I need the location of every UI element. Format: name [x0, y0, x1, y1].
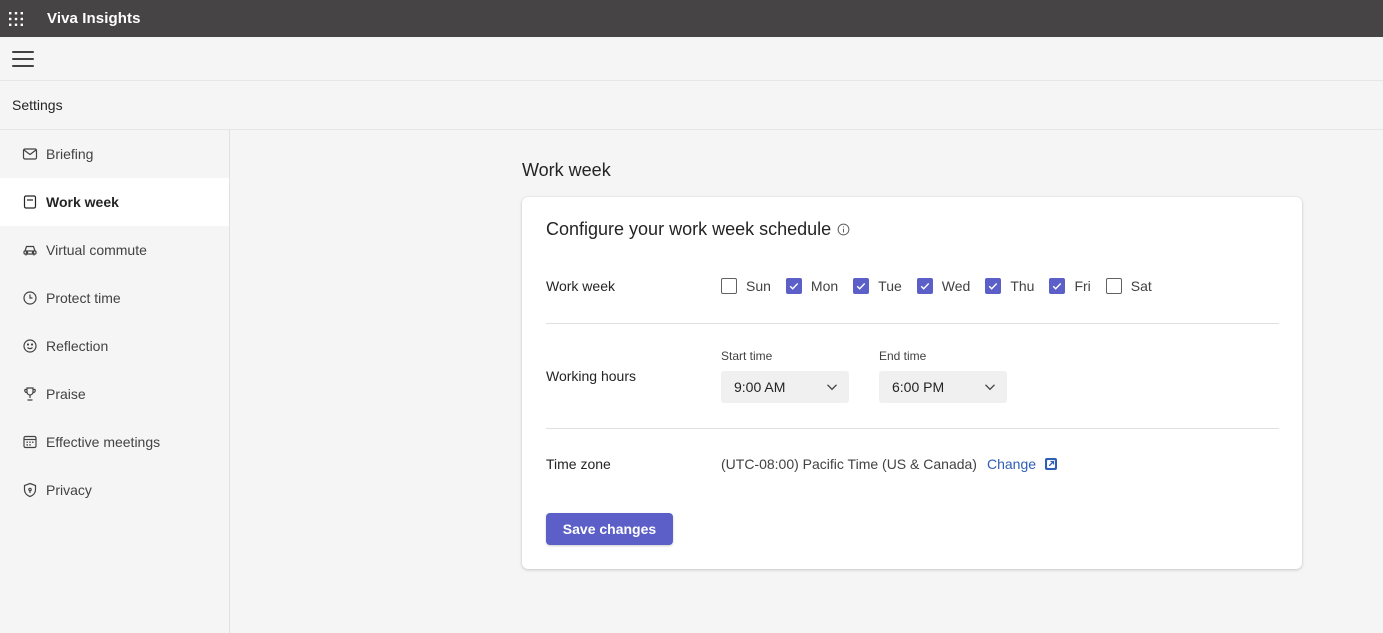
end-time-value: 6:00 PM [892, 379, 945, 395]
sidebar-item-privacy[interactable]: Privacy [0, 466, 229, 514]
checkbox-checked[interactable] [853, 278, 870, 294]
sidebar-item-work-week[interactable]: Work week [0, 178, 229, 226]
sidebar-item-protect-time[interactable]: Protect time [0, 274, 229, 322]
sidebar-item-label: Work week [46, 194, 119, 210]
chevron-down-icon [827, 384, 837, 391]
checkbox-checked[interactable] [1049, 278, 1066, 294]
day-label: Sun [746, 278, 771, 294]
external-link-icon [1044, 457, 1058, 471]
sidebar-item-label: Privacy [46, 482, 92, 498]
day-checkbox-fri[interactable]: Fri [1049, 278, 1091, 294]
day-checkbox-sun[interactable]: Sun [721, 278, 771, 294]
calendar-grid-icon [22, 434, 38, 450]
work-week-label: Work week [546, 278, 615, 294]
start-time-caption: Start time [721, 349, 773, 363]
day-checkbox-thu[interactable]: Thu [985, 278, 1034, 294]
working-hours-label: Working hours [546, 368, 637, 384]
card-title: Configure your work week schedule [546, 219, 850, 240]
checkbox-unchecked[interactable] [721, 278, 737, 294]
sidebar-item-briefing[interactable]: Briefing [0, 130, 229, 178]
end-time-caption: End time [879, 349, 927, 363]
checkbox-unchecked[interactable] [1105, 278, 1122, 294]
day-label: Thu [1010, 278, 1035, 294]
end-time-group: End time 6:00 PM [879, 349, 1007, 403]
day-checkbox-group: Sun Mon Tue Wed Thu Fri Sat [721, 277, 1167, 295]
sidebar-item-label: Briefing [46, 146, 94, 162]
checkmark-icon [789, 283, 799, 290]
day-label: Mon [810, 278, 839, 294]
start-time-value: 9:00 AM [734, 379, 786, 395]
day-checkbox-mon[interactable]: Mon [785, 278, 839, 294]
sidebar-item-label: Reflection [46, 338, 109, 354]
page-title: Work week [522, 160, 611, 180]
shield-icon [22, 482, 38, 498]
sub-header [0, 37, 1383, 81]
checkmark-icon [1053, 283, 1062, 290]
checkmark-icon [856, 283, 866, 290]
divider [546, 323, 1279, 324]
sidebar-item-label: Praise [46, 386, 86, 402]
sidebar-item-label: Effective meetings [46, 434, 161, 450]
save-changes-button[interactable]: Save changes [546, 513, 673, 545]
change-time-zone-link[interactable]: Change [987, 456, 1058, 472]
breadcrumb-settings: Settings [12, 97, 63, 113]
sidebar: Briefing Work week Virtual commute Prote… [0, 130, 230, 633]
checkmark-icon [989, 283, 998, 290]
sidebar-item-virtual-commute[interactable]: Virtual commute [0, 226, 229, 274]
work-week-card: Configure your work week schedule Work w… [522, 197, 1302, 569]
day-label: Sat [1130, 278, 1152, 294]
breadcrumb: Settings [0, 81, 1383, 130]
change-link-label: Change [987, 456, 1037, 472]
chevron-down-icon [985, 384, 995, 391]
checkbox-checked[interactable] [785, 278, 802, 294]
day-label: Wed [941, 278, 971, 294]
car-icon [22, 242, 38, 258]
day-label: Fri [1074, 278, 1091, 294]
divider [546, 428, 1279, 429]
start-time-group: Start time 9:00 AM [721, 349, 849, 403]
sidebar-item-label: Virtual commute [46, 242, 147, 258]
calendar-page-icon [22, 194, 38, 210]
clock-icon [22, 290, 38, 306]
checkbox-checked[interactable] [916, 278, 933, 294]
day-checkbox-wed[interactable]: Wed [916, 278, 971, 294]
mail-icon [22, 146, 38, 162]
day-checkbox-tue[interactable]: Tue [853, 278, 902, 294]
trophy-icon [22, 386, 38, 402]
checkbox-checked[interactable] [985, 278, 1002, 294]
hamburger-menu-icon[interactable] [12, 50, 34, 68]
time-zone-label: Time zone [546, 456, 611, 472]
card-title-text: Configure your work week schedule [546, 219, 832, 239]
app-launcher-icon[interactable] [0, 5, 32, 33]
end-time-dropdown[interactable]: 6:00 PM [879, 371, 1007, 403]
smile-icon [22, 338, 38, 354]
checkmark-icon [920, 283, 929, 290]
app-header: Viva Insights [0, 0, 1383, 37]
day-label: Tue [878, 278, 902, 294]
time-zone-value: (UTC-08:00) Pacific Time (US & Canada) [721, 456, 977, 472]
sidebar-item-effective-meetings[interactable]: Effective meetings [0, 418, 229, 466]
sidebar-item-reflection[interactable]: Reflection [0, 322, 229, 370]
info-icon[interactable] [837, 223, 850, 236]
day-checkbox-sat[interactable]: Sat [1105, 278, 1152, 294]
sidebar-item-label: Protect time [46, 290, 121, 306]
app-title: Viva Insights [47, 10, 141, 27]
sidebar-item-praise[interactable]: Praise [0, 370, 229, 418]
start-time-dropdown[interactable]: 9:00 AM [721, 371, 849, 403]
